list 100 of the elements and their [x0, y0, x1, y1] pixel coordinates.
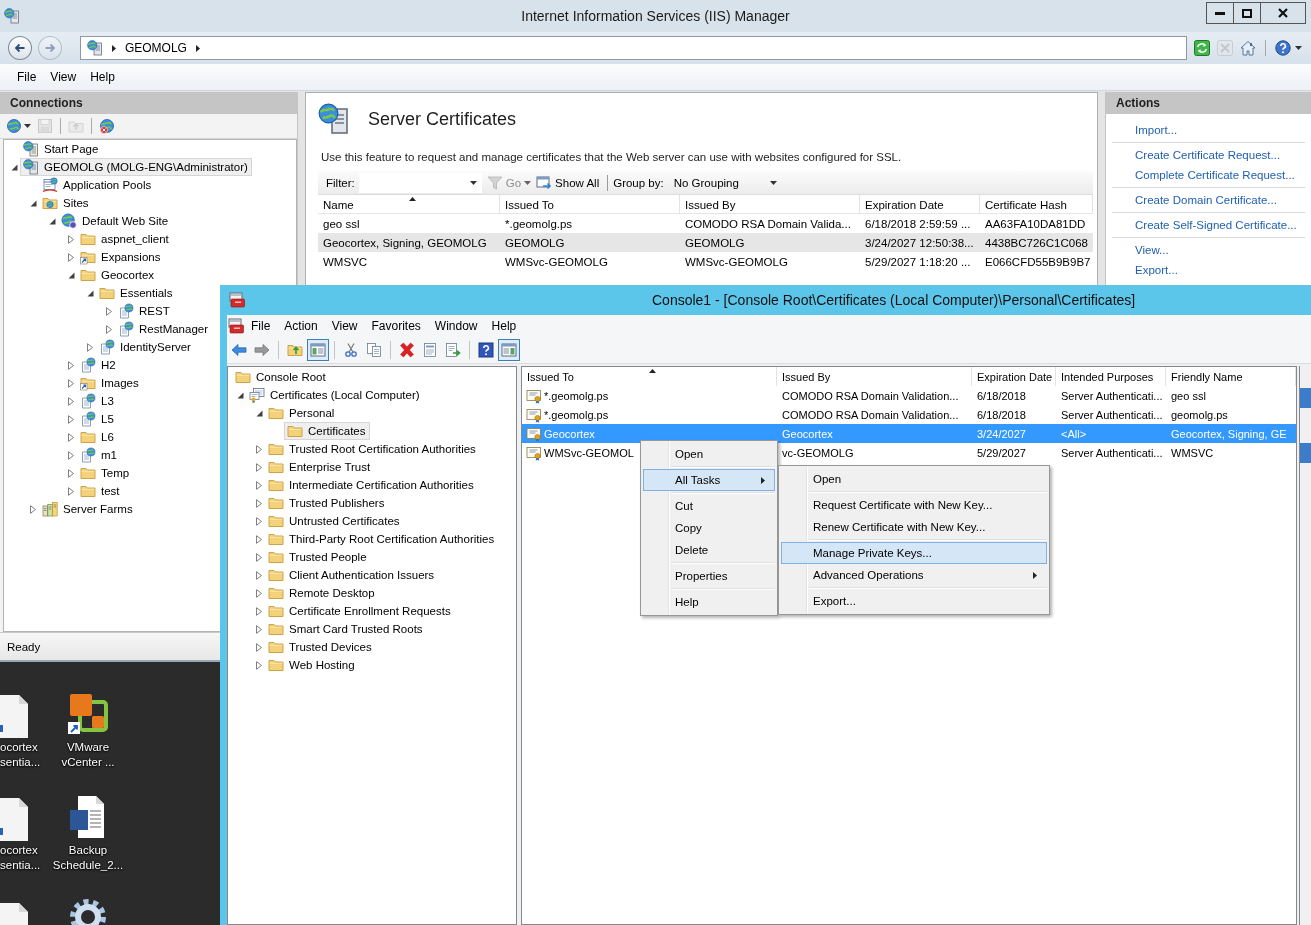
tree-item[interactable]: Server Farms [39, 500, 137, 518]
tree-item[interactable]: Trusted Root Certification Authorities [265, 440, 480, 458]
action-link[interactable]: Complete Certificate Request... [1106, 165, 1311, 185]
menu-item[interactable]: Properties [643, 565, 775, 587]
tree-item[interactable]: aspnet_client [77, 230, 173, 248]
tree-item[interactable]: Certificate Enrollment Requests [265, 602, 455, 620]
table-row[interactable]: geo ssl *.geomolg.ps COMODO RSA Domain Valida... 6/18/2018 2:59:59 ... AA63FA10DA81DD [318, 214, 1093, 233]
menu-item[interactable]: File [10, 67, 44, 87]
tree-item[interactable]: H2 [77, 356, 120, 374]
tree-item[interactable]: L3 [77, 392, 118, 410]
tree-item[interactable]: IdentityServer [96, 338, 195, 356]
breadcrumb-item[interactable]: GEOMOLG [124, 41, 187, 55]
action-link[interactable]: Create Self-Signed Certificate... [1106, 215, 1311, 235]
table-cell-text: 3/24/2027 12:50:38... [864, 236, 975, 249]
menu-item[interactable]: File [244, 317, 278, 335]
column-header[interactable]: Certificate Hash [980, 195, 1093, 214]
desktop-icon-label[interactable]: VMware vCenter ... [50, 740, 126, 770]
tree-item[interactable]: Client Authentication Issuers [265, 566, 439, 584]
action-link[interactable]: View... [1106, 240, 1311, 260]
action-link[interactable]: Import... [1106, 120, 1311, 140]
tree-item[interactable]: Geocortex [77, 266, 159, 284]
tree-item[interactable]: Trusted People [265, 548, 371, 566]
folder-icon [268, 441, 284, 457]
menu-item[interactable]: Help [643, 591, 775, 613]
back-button[interactable] [8, 36, 32, 60]
menu-item[interactable]: Window [427, 317, 485, 335]
menu-item[interactable]: Help [83, 67, 122, 87]
menu-item[interactable]: Export... [781, 590, 1047, 612]
column-header[interactable]: Friendly Name [1166, 367, 1296, 386]
tree-item[interactable]: Console Root [232, 368, 330, 386]
column-header[interactable]: Issued By [680, 195, 860, 214]
action-link[interactable]: Export... [1106, 260, 1311, 280]
tree-item[interactable]: Remote Desktop [265, 584, 379, 602]
column-header[interactable]: Issued To [522, 367, 777, 386]
document-icon [0, 695, 28, 738]
menu-item[interactable]: View [324, 317, 365, 335]
tree-item[interactable]: RestManager [115, 320, 213, 338]
menu-item[interactable]: All Tasks [643, 469, 775, 491]
menu-item[interactable]: Manage Private Keys... [781, 542, 1047, 564]
menu-item[interactable]: Cut [643, 495, 775, 517]
column-header[interactable]: Issued By [777, 367, 972, 386]
address-bar[interactable]: GEOMOLG [79, 36, 1187, 60]
column-header[interactable]: Issued To [500, 195, 680, 214]
tree-item[interactable]: Intermediate Certification Authorities [265, 476, 478, 494]
action-link[interactable]: Create Certificate Request... [1106, 145, 1311, 165]
tree-item[interactable]: Trusted Devices [265, 638, 376, 656]
table-row[interactable]: WMSVC WMSvc-GEOMOLG WMSvc-GEOMOLG 5/29/2027 1:18:20 ... E066CFD55B9B9B7 [318, 252, 1093, 271]
tree-item[interactable]: Expansions [77, 248, 165, 266]
refresh-button[interactable] [1193, 38, 1211, 58]
show-all-button[interactable]: Show All [536, 172, 600, 193]
menu-item[interactable]: Favorites [364, 317, 428, 335]
tree-item[interactable]: test [77, 482, 124, 500]
filter-field[interactable] [358, 172, 482, 193]
action-link[interactable]: Create Domain Certificate... [1106, 190, 1311, 210]
tree-item[interactable]: L6 [77, 428, 118, 446]
menu-item[interactable]: Open [781, 468, 1047, 490]
action-pane-button[interactable] [498, 339, 520, 361]
menu-item[interactable]: Open [643, 443, 775, 465]
column-header[interactable]: Name [318, 195, 500, 214]
tree-item[interactable]: Sites [39, 194, 93, 212]
column-header[interactable]: Intended Purposes [1056, 367, 1166, 386]
column-header[interactable]: Expiration Date [972, 367, 1056, 386]
close-button[interactable] [1260, 2, 1306, 24]
menu-item[interactable]: Copy [643, 517, 775, 539]
desktop-icon-label[interactable]: ocortex sentia... [0, 843, 42, 873]
tree-item[interactable]: Default Web Site [58, 212, 173, 230]
tree-item[interactable]: Application Pools [39, 176, 156, 194]
tree-item[interactable]: Images [77, 374, 143, 392]
maximize-button[interactable] [1233, 2, 1261, 24]
menu-item[interactable]: Action [277, 317, 325, 335]
tree-item[interactable]: Untrusted Certificates [265, 512, 404, 530]
column-header[interactable]: Expiration Date [860, 195, 980, 214]
tree-item[interactable]: Start Page [20, 140, 103, 158]
tree-item[interactable]: Trusted Publishers [265, 494, 389, 512]
menu-item[interactable]: Request Certificate with New Key... [781, 494, 1047, 516]
tree-item[interactable]: Enterprise Trust [265, 458, 375, 476]
help-button[interactable] [475, 339, 497, 361]
help-button[interactable] [1274, 38, 1303, 58]
tree-item[interactable]: GEOMOLG (MOLG-ENG\Administrator) [20, 158, 252, 176]
tree-item[interactable]: L5 [77, 410, 118, 428]
menu-item[interactable]: Delete [643, 539, 775, 561]
tree-item[interactable]: REST [115, 302, 174, 320]
tree-pane-button[interactable] [307, 339, 329, 361]
menu-item[interactable]: Advanced Operations [781, 564, 1047, 586]
tree-item[interactable]: Temp [77, 464, 134, 482]
menu-item[interactable]: Help [484, 317, 524, 335]
tree-item[interactable]: Certificates [284, 422, 370, 440]
menu-item[interactable]: View [43, 67, 84, 87]
group-by-dropdown[interactable]: No Grouping [668, 172, 782, 193]
desktop-icon-label[interactable]: ocortex sentia... [0, 740, 42, 770]
tree-item[interactable]: Third-Party Root Certification Authorities [265, 530, 499, 548]
tree-item[interactable]: Certificates (Local Computer) [246, 386, 424, 404]
minimize-button[interactable] [1206, 2, 1234, 24]
tree-item[interactable]: m1 [77, 446, 121, 464]
table-row[interactable]: Geocortex, Signing, GEOMOLG GEOMOLG GEOMOLG 3/24/2027 12:50:38... 4438BC726C1C068 [318, 233, 1093, 252]
menu-item[interactable]: Renew Certificate with New Key... [781, 516, 1047, 538]
tree-item[interactable]: Personal [265, 404, 339, 422]
tree-item[interactable]: Essentials [96, 284, 177, 302]
desktop-icon-label[interactable]: Backup Schedule_2... [50, 843, 126, 873]
home-button[interactable] [1239, 38, 1257, 58]
